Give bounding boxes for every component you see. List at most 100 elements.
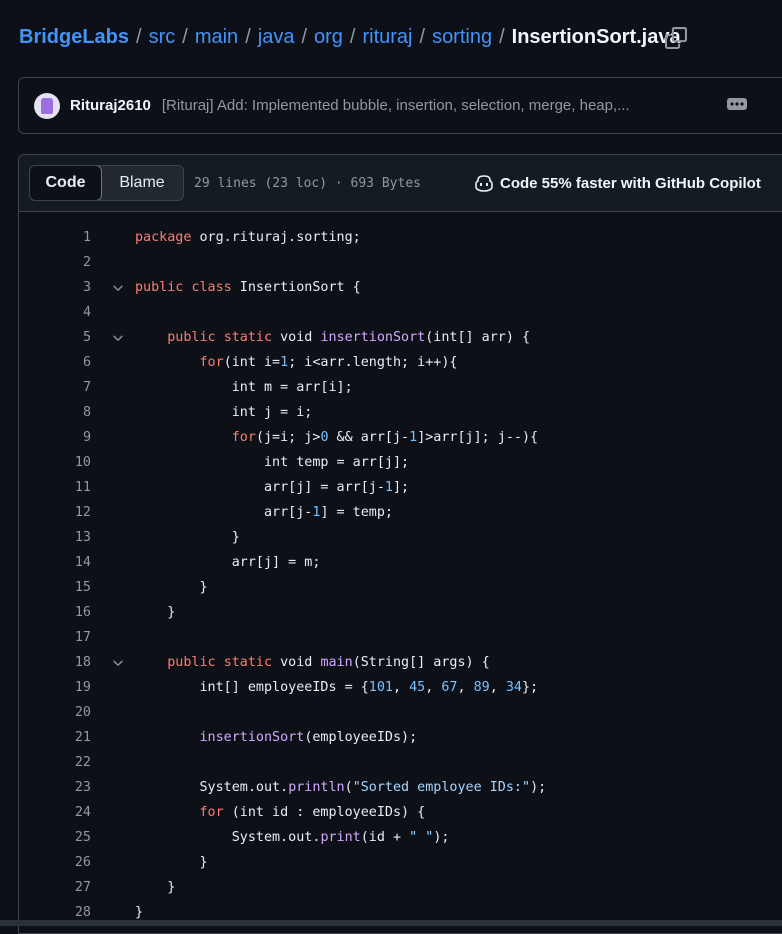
code-token: ); bbox=[433, 830, 450, 845]
line-number[interactable]: 28 bbox=[19, 905, 91, 920]
tab-blame[interactable]: Blame bbox=[101, 166, 183, 200]
copilot-promo[interactable]: Code 55% faster with GitHub Copilot bbox=[474, 174, 761, 192]
code-token: 34 bbox=[505, 680, 522, 695]
line-number[interactable]: 15 bbox=[19, 580, 91, 595]
commit-author-link[interactable]: Rituraj2610 bbox=[70, 97, 151, 114]
chevron-down-icon[interactable] bbox=[91, 331, 135, 345]
line-number[interactable]: 25 bbox=[19, 830, 91, 845]
tab-code[interactable]: Code bbox=[30, 166, 102, 200]
code-line[interactable]: 15 } bbox=[19, 575, 782, 600]
breadcrumb-folder-link[interactable]: main bbox=[195, 26, 238, 49]
code-line[interactable]: 17 bbox=[19, 625, 782, 650]
code-token: ]>arr[j]; j--){ bbox=[417, 430, 539, 445]
line-number[interactable]: 14 bbox=[19, 555, 91, 570]
line-number[interactable]: 11 bbox=[19, 480, 91, 495]
code-token: static bbox=[223, 330, 273, 345]
line-number[interactable]: 4 bbox=[19, 305, 91, 320]
line-number[interactable]: 21 bbox=[19, 730, 91, 745]
chevron-down-icon[interactable] bbox=[91, 281, 135, 295]
code-line[interactable]: 23 System.out.println("Sorted employee I… bbox=[19, 775, 782, 800]
code-line[interactable]: 21 insertionSort(employeeIDs); bbox=[19, 725, 782, 750]
code-line[interactable]: 25 System.out.print(id + " "); bbox=[19, 825, 782, 850]
code-line[interactable]: 1 package org.rituraj.sorting; bbox=[19, 225, 782, 250]
code-token: System.out. bbox=[135, 780, 289, 795]
code-line[interactable]: 7 int m = arr[i]; bbox=[19, 375, 782, 400]
line-number[interactable]: 19 bbox=[19, 680, 91, 695]
code-line[interactable]: 2 bbox=[19, 250, 782, 275]
code-line[interactable]: 12 arr[j-1] = temp; bbox=[19, 500, 782, 525]
line-number[interactable]: 12 bbox=[19, 505, 91, 520]
line-number[interactable]: 9 bbox=[19, 430, 91, 445]
line-number[interactable]: 7 bbox=[19, 380, 91, 395]
code-line[interactable]: 10 int temp = arr[j]; bbox=[19, 450, 782, 475]
code-line[interactable]: 27 } bbox=[19, 875, 782, 900]
breadcrumb: BridgeLabs / src / main / java / org / rituraj / so… bbox=[19, 26, 681, 49]
code-token: 101 bbox=[368, 680, 393, 695]
code-line[interactable]: 9 for(j=i; j>0 && arr[j-1]>arr[j]; j--){ bbox=[19, 425, 782, 450]
code-line[interactable]: 11 arr[j] = arr[j-1]; bbox=[19, 475, 782, 500]
breadcrumb-repo-link[interactable]: BridgeLabs bbox=[19, 26, 129, 49]
line-number[interactable]: 5 bbox=[19, 330, 91, 345]
code-line[interactable]: 26 } bbox=[19, 850, 782, 875]
line-number[interactable]: 26 bbox=[19, 855, 91, 870]
breadcrumb-folder-link[interactable]: src bbox=[149, 26, 176, 49]
code-line[interactable]: 14 arr[j] = m; bbox=[19, 550, 782, 575]
line-number[interactable]: 13 bbox=[19, 530, 91, 545]
code-text: for(j=i; j>0 && arr[j-1]>arr[j]; j--){ bbox=[135, 430, 538, 445]
file-viewer: Code Blame 29 lines (23 loc) · 693 Bytes… bbox=[18, 154, 782, 934]
avatar[interactable] bbox=[34, 92, 60, 119]
code-token: , bbox=[457, 680, 474, 695]
code-line[interactable]: 20 bbox=[19, 700, 782, 725]
code-line[interactable]: 5 public static void insertionSort(int[]… bbox=[19, 325, 782, 350]
code-line[interactable]: 8 int j = i; bbox=[19, 400, 782, 425]
code-line[interactable]: 24 for (int id : employeeIDs) { bbox=[19, 800, 782, 825]
code-line[interactable]: 6 for(int i=1; i<arr.length; i++){ bbox=[19, 350, 782, 375]
line-number[interactable]: 18 bbox=[19, 655, 91, 670]
line-number[interactable]: 8 bbox=[19, 405, 91, 420]
copilot-promo-text: Code 55% faster with GitHub Copilot bbox=[500, 174, 761, 192]
line-number[interactable]: 22 bbox=[19, 755, 91, 770]
code-line[interactable]: 22 bbox=[19, 750, 782, 775]
code-text: public class InsertionSort { bbox=[135, 280, 361, 295]
line-number[interactable]: 24 bbox=[19, 805, 91, 820]
line-number[interactable]: 1 bbox=[19, 230, 91, 245]
code-line[interactable]: 16 } bbox=[19, 600, 782, 625]
code-text: arr[j] = arr[j-1]; bbox=[135, 480, 409, 495]
breadcrumb-folder-link[interactable]: sorting bbox=[432, 26, 492, 49]
horizontal-scrollbar[interactable] bbox=[0, 920, 782, 926]
code-text: int j = i; bbox=[135, 405, 313, 420]
line-number[interactable]: 6 bbox=[19, 355, 91, 370]
breadcrumb-folder-link[interactable]: java bbox=[258, 26, 295, 49]
code-token: } bbox=[135, 530, 240, 545]
line-number[interactable]: 2 bbox=[19, 255, 91, 270]
line-number[interactable]: 16 bbox=[19, 605, 91, 620]
commit-message-link[interactable]: [Rituraj] Add: Implemented bubble, inser… bbox=[162, 97, 630, 114]
copy-icon[interactable] bbox=[665, 27, 687, 49]
line-number[interactable]: 23 bbox=[19, 780, 91, 795]
code-line[interactable]: 18 public static void main(String[] args… bbox=[19, 650, 782, 675]
code-token: println bbox=[288, 780, 345, 795]
code-line[interactable]: 13 } bbox=[19, 525, 782, 550]
code-token: } bbox=[135, 905, 144, 920]
code-token: void bbox=[272, 330, 321, 345]
line-number[interactable]: 10 bbox=[19, 455, 91, 470]
code-token: 1 bbox=[409, 430, 418, 445]
view-toggle: Code Blame bbox=[29, 165, 184, 201]
line-number[interactable]: 17 bbox=[19, 630, 91, 645]
line-number[interactable]: 20 bbox=[19, 705, 91, 720]
chevron-down-icon[interactable] bbox=[91, 656, 135, 670]
breadcrumb-folder-link[interactable]: rituraj bbox=[362, 26, 412, 49]
kebab-menu-icon[interactable] bbox=[727, 97, 747, 115]
code-line[interactable]: 19 int[] employeeIDs = {101, 45, 67, 89,… bbox=[19, 675, 782, 700]
code-text: insertionSort(employeeIDs); bbox=[135, 730, 418, 745]
code-token: for bbox=[199, 355, 224, 370]
breadcrumb-separator: / bbox=[349, 26, 356, 48]
code-line[interactable]: 4 bbox=[19, 300, 782, 325]
line-number[interactable]: 3 bbox=[19, 280, 91, 295]
code-line[interactable]: 3 public class InsertionSort { bbox=[19, 275, 782, 300]
line-number[interactable]: 27 bbox=[19, 880, 91, 895]
breadcrumb-folder-link[interactable]: org bbox=[314, 26, 343, 49]
